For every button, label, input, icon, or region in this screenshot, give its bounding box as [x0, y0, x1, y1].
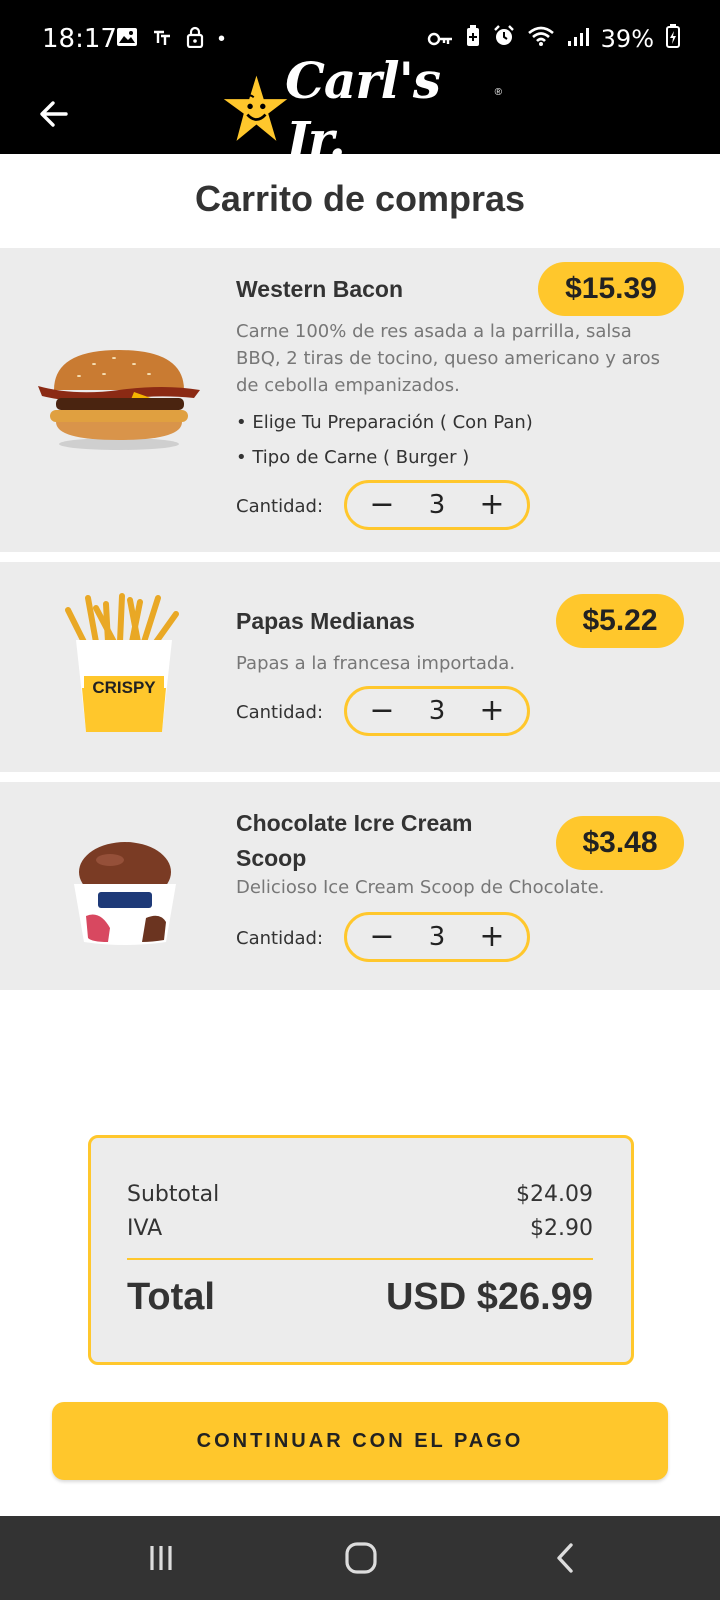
increase-quantity-button[interactable]: +: [477, 922, 507, 952]
quantity-stepper: − 3 +: [344, 686, 530, 736]
total-value: USD $26.99: [385, 1276, 593, 1318]
tt-icon: [152, 27, 172, 52]
iva-value: $2.90: [530, 1216, 593, 1241]
recent-apps-button[interactable]: [136, 1536, 186, 1580]
quantity-label: Cantidad:: [236, 702, 324, 723]
total-row: Total USD $26.99: [127, 1276, 593, 1319]
item-description: Delicioso Ice Cream Scoop de Chocolate.: [236, 877, 605, 898]
status-notification-icons: •: [116, 26, 225, 53]
quantity-value: 3: [428, 490, 446, 520]
app-header: Carl's Jr. ®: [0, 51, 720, 169]
item-option: • Tipo de Carne ( Burger ): [236, 447, 470, 468]
page-title: Carrito de compras: [194, 178, 526, 219]
brand-name: Carl's Jr.: [285, 51, 441, 169]
home-icon: [345, 1542, 377, 1574]
battery-saver-icon: [465, 25, 481, 53]
back-button[interactable]: [30, 90, 78, 138]
wifi-icon: [527, 25, 555, 53]
item-description: Carne 100% de res asada a la parrilla, s…: [236, 321, 661, 396]
decrease-quantity-button[interactable]: −: [367, 922, 397, 952]
battery-charging-icon: [666, 24, 680, 54]
decrease-quantity-button[interactable]: −: [367, 696, 397, 726]
item-name: Chocolate Icre Cream Scoop: [236, 810, 473, 871]
iva-label: IVA: [127, 1216, 163, 1241]
status-system-icons: 39%: [427, 24, 680, 54]
quantity-label: Cantidad:: [236, 496, 324, 517]
burger-image: [34, 344, 204, 459]
recent-apps-icon: [150, 1546, 172, 1570]
item-name: Papas Medianas: [236, 608, 415, 634]
item-price-badge: $3.48: [556, 816, 684, 870]
quantity-label: Cantidad:: [236, 928, 324, 949]
decrease-quantity-button[interactable]: −: [367, 490, 397, 520]
item-option: • Elige Tu Preparación ( Con Pan): [236, 412, 533, 433]
status-time: 18:17: [42, 24, 117, 54]
item-description: Papas a la francesa importada.: [236, 653, 516, 674]
system-navigation-bar: [0, 1516, 720, 1600]
continue-to-payment-button[interactable]: CONTINUAR CON EL PAGO: [52, 1402, 668, 1480]
alarm-icon: [493, 25, 515, 53]
cart-item-chocolate-ice-cream: Chocolate Icre Cream Scoop $3.48 Delicio…: [0, 782, 720, 990]
order-summary: Subtotal $24.09 IVA $2.90 Total USD $26.…: [88, 1135, 634, 1365]
item-name: Western Bacon: [236, 276, 404, 302]
battery-percent: 39%: [600, 25, 654, 53]
summary-divider: [127, 1258, 593, 1260]
lock-icon: [186, 26, 204, 53]
increase-quantity-button[interactable]: +: [477, 696, 507, 726]
increase-quantity-button[interactable]: +: [477, 490, 507, 520]
quantity-stepper: − 3 +: [344, 480, 530, 530]
fries-box-label: CRISPY: [92, 678, 156, 697]
chevron-left-icon: [557, 1543, 573, 1573]
item-price-badge: $15.39: [538, 262, 684, 316]
home-button[interactable]: [336, 1536, 386, 1580]
notification-dot: •: [218, 28, 226, 50]
gallery-icon: [116, 27, 138, 52]
subtotal-label: Subtotal: [127, 1182, 220, 1207]
cart-item-western-bacon: Western Bacon $15.39 Carne 100% de res a…: [0, 248, 720, 552]
cart-item-papas-medianas: CRISPY Papas Medianas $5.22 Papas a la f…: [0, 562, 720, 772]
signal-icon: [567, 25, 589, 53]
arrow-left-icon: [40, 101, 68, 127]
system-back-button[interactable]: [540, 1536, 590, 1580]
ice-cream-image: [70, 838, 180, 953]
fries-image: CRISPY: [62, 592, 186, 747]
star-logo-icon: [223, 75, 288, 141]
brand-registered-mark: ®: [494, 86, 502, 98]
item-price-badge: $5.22: [556, 594, 684, 648]
total-label: Total: [127, 1276, 215, 1318]
subtotal-value: $24.09: [516, 1182, 593, 1207]
quantity-stepper: − 3 +: [344, 912, 530, 962]
key-icon: [427, 25, 453, 53]
brand-logo: Carl's Jr. ®: [222, 51, 502, 169]
iva-row: IVA $2.90: [127, 1216, 593, 1241]
quantity-value: 3: [428, 922, 446, 952]
subtotal-row: Subtotal $24.09: [127, 1182, 593, 1207]
quantity-value: 3: [428, 696, 446, 726]
